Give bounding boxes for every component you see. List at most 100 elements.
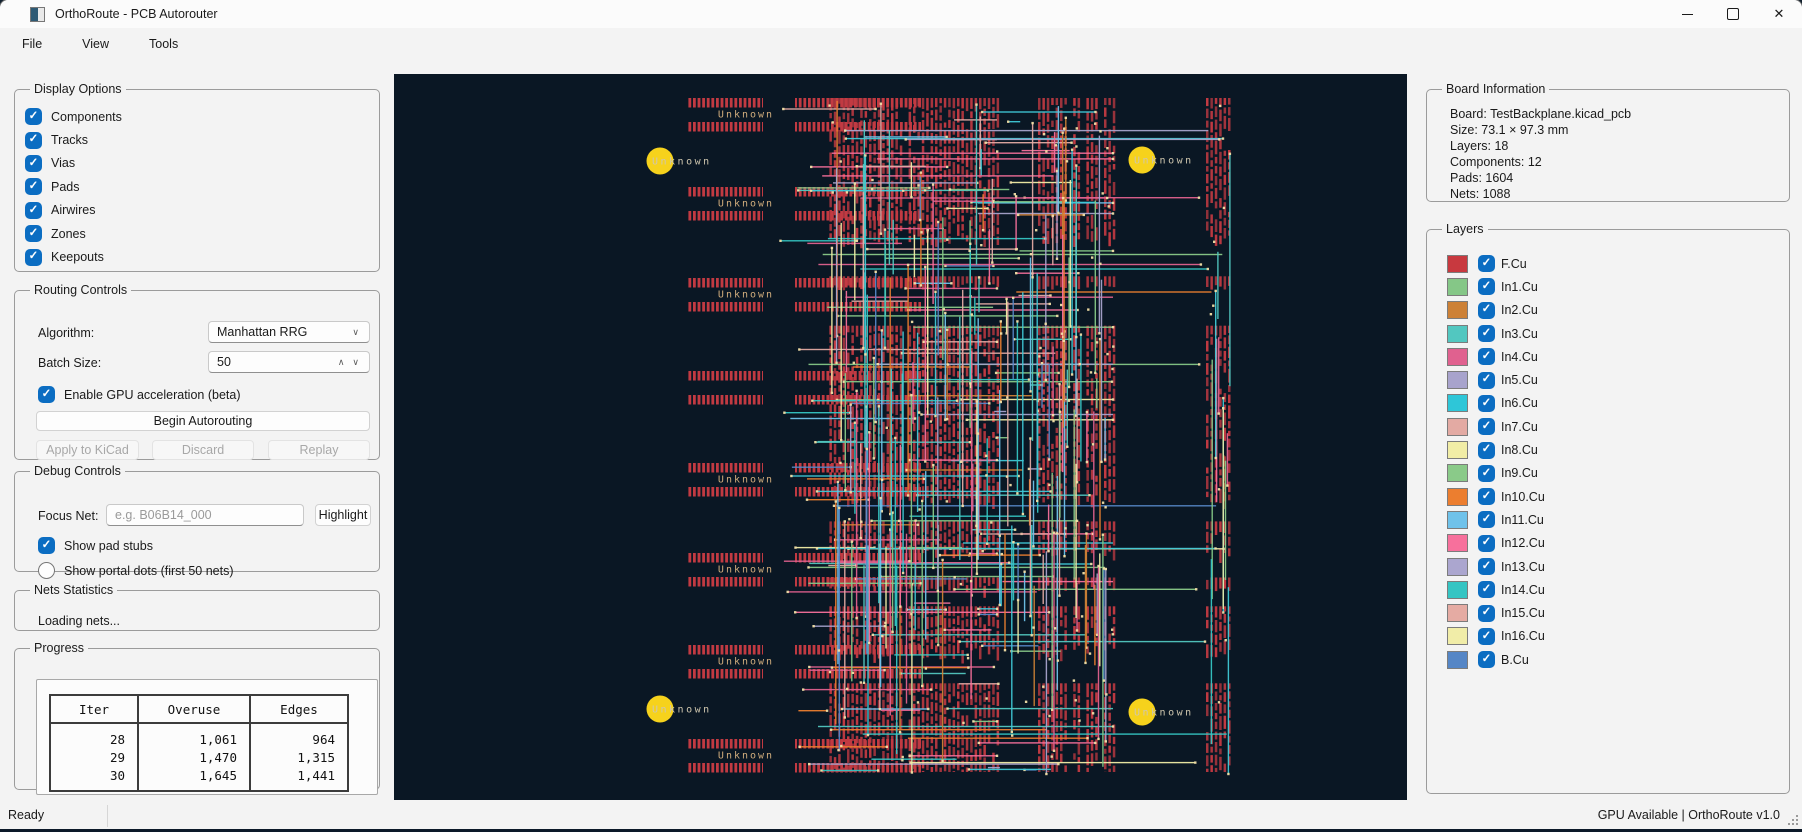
close-button[interactable]: ✕ [1756,0,1802,28]
display-option-label: Components [51,109,122,124]
layer-row-in10.cu: In10.Cu [1446,485,1779,508]
highlight-button[interactable]: Highlight [315,504,371,526]
gpu-acceleration-checkbox[interactable] [38,386,55,404]
layer-row-in15.cu: In15.Cu [1446,601,1779,624]
layer-checkbox-in15.cu[interactable] [1478,604,1495,622]
svg-text:Unknown: Unknown [718,110,774,121]
portal-dots-checkbox[interactable] [38,562,55,580]
status-separator [107,805,108,827]
layer-checkbox-in11.cu[interactable] [1478,511,1495,529]
layer-label: In3.Cu [1501,326,1538,341]
progress-header-cell: Overuse [137,694,251,724]
layer-checkbox-in16.cu[interactable] [1478,627,1495,645]
layer-checkbox-in4.cu[interactable] [1478,348,1495,366]
layer-checkbox-b.cu[interactable] [1478,651,1495,669]
replay-button[interactable]: Replay [268,440,370,460]
portal-dots-label: Show portal dots (first 50 nets) [64,563,234,578]
layer-row-f.cu: F.Cu [1446,252,1779,275]
layer-row-in13.cu: In13.Cu [1446,555,1779,578]
routing-controls-title: Routing Controls [34,283,128,297]
pad-stubs-checkbox[interactable] [38,537,55,555]
window-title: OrthoRoute - PCB Autorouter [55,7,218,21]
layer-label: In16.Cu [1501,629,1545,644]
menu-item-tools[interactable]: Tools [135,32,192,56]
progress-data-cell: 28 [49,723,139,748]
checkbox-vias[interactable] [25,154,42,172]
batch-size-stepper[interactable]: 50 ∧ ∨ [208,351,370,373]
algorithm-value: Manhattan RRG [217,325,308,339]
begin-autorouting-button[interactable]: Begin Autorouting [36,411,370,431]
layer-checkbox-in5.cu[interactable] [1478,371,1495,389]
svg-text:Unknown: Unknown [718,565,774,576]
svg-text:Unknown: Unknown [652,705,712,716]
layer-label: F.Cu [1501,256,1527,271]
apply-to-kicad-button[interactable]: Apply to KiCad [36,440,139,460]
board-info-line: Layers: 18 [1450,139,1509,153]
layer-color-swatch [1447,464,1468,483]
layer-color-swatch [1447,510,1468,529]
layer-checkbox-in2.cu[interactable] [1478,301,1495,319]
debug-controls-group: Debug Controls Focus Net: Highlight Show… [14,464,380,580]
layer-color-swatch [1447,371,1468,390]
layer-color-swatch [1447,277,1468,296]
layer-label: In11.Cu [1501,512,1544,527]
checkbox-components[interactable] [25,108,42,126]
layer-checkbox-in10.cu[interactable] [1478,488,1495,506]
progress-data-cell: 29 [49,748,139,766]
minimize-button[interactable] [1664,0,1710,28]
chevron-down-icon: ∨ [352,326,361,337]
board-info-line: Components: 12 [1450,155,1542,169]
progress-data-cell: 1,470 [137,748,251,766]
layer-color-swatch [1447,441,1468,460]
checkbox-airwires[interactable] [25,201,42,219]
layer-color-swatch [1447,394,1468,413]
algorithm-select[interactable]: Manhattan RRG ∨ [208,321,370,343]
layer-checkbox-in14.cu[interactable] [1478,581,1495,599]
checkbox-keepouts[interactable] [25,248,42,266]
layer-row-in2.cu: In2.Cu [1446,299,1779,322]
status-bar: Ready GPU Available | OrthoRoute v1.0 [0,803,1802,829]
layer-checkbox-in8.cu[interactable] [1478,441,1495,459]
layer-checkbox-in9.cu[interactable] [1478,464,1495,482]
progress-data-cell: 964 [249,723,349,748]
menu-item-file[interactable]: File [8,32,56,56]
layer-checkbox-in12.cu[interactable] [1478,534,1495,552]
menu-bar: File View Tools [0,28,1802,60]
checkbox-tracks[interactable] [25,131,42,149]
progress-group: Progress Iter Overuse Edges 28 1,061 964 29 1,4… [14,641,380,795]
focus-net-input[interactable] [106,504,304,526]
app-icon [30,6,45,22]
svg-text:Unknown: Unknown [718,751,774,762]
checkbox-pads[interactable] [25,178,42,196]
layer-label: In15.Cu [1501,606,1545,621]
batch-size-value: 50 [217,355,231,369]
layer-label: In1.Cu [1501,279,1538,294]
checkbox-zones[interactable] [25,225,42,243]
layer-row-in3.cu: In3.Cu [1446,322,1779,345]
layer-checkbox-in6.cu[interactable] [1478,394,1495,412]
gpu-acceleration-row: Enable GPU acceleration (beta) [38,383,240,406]
layer-checkbox-in1.cu[interactable] [1478,278,1495,296]
display-option-label: Zones [51,226,86,241]
status-ready: Ready [8,808,45,822]
progress-header-cell: Edges [249,694,349,724]
layer-row-in16.cu: In16.Cu [1446,625,1779,648]
batch-size-label: Batch Size: [38,356,102,370]
maximize-button[interactable] [1710,0,1756,28]
discard-button[interactable]: Discard [152,440,254,460]
layer-checkbox-in7.cu[interactable] [1478,418,1495,436]
layer-color-swatch [1447,650,1468,669]
pcb-canvas[interactable]: Unknown Unknown Unknown Unknown Unknown Unkno… [394,74,1407,800]
menu-item-view[interactable]: View [68,32,123,56]
progress-data-cell: 1,315 [249,748,349,766]
progress-data-row: 30 1,645 1,441 [49,766,349,792]
layer-checkbox-in3.cu[interactable] [1478,325,1495,343]
layer-label: In8.Cu [1501,443,1538,458]
layer-checkbox-in13.cu[interactable] [1478,558,1495,575]
layers-title: Layers [1446,222,1484,236]
display-option-label: Airwires [51,203,96,218]
resize-grip[interactable] [1788,815,1798,825]
display-option-row: Vias [25,152,369,175]
layer-checkbox-f.cu[interactable] [1478,255,1495,273]
chevron-up-icon: ∧ [337,356,347,367]
